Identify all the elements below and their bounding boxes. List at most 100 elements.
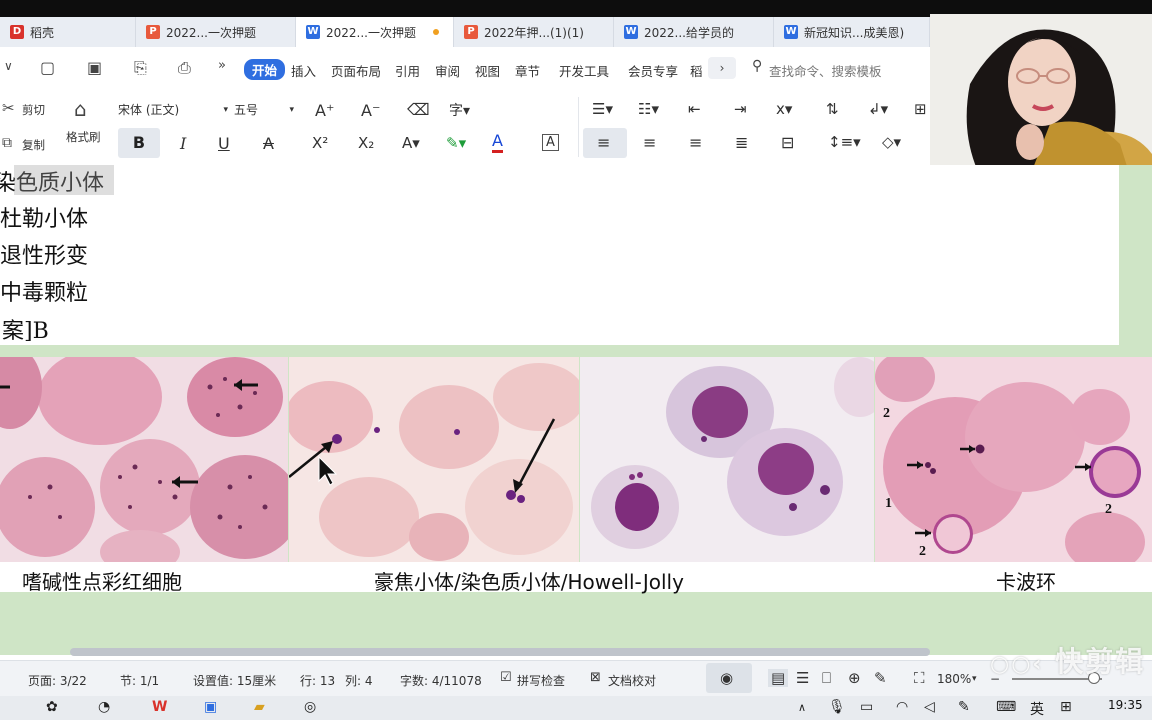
page-indicator[interactable]: 页面: 3/22 bbox=[28, 672, 87, 689]
pen-tray-icon[interactable]: ✎ bbox=[958, 699, 970, 715]
ime-grid-icon[interactable]: ⊞ bbox=[1060, 699, 1072, 715]
howell-jolly-rbc-illustration bbox=[289, 363, 579, 561]
print-icon[interactable]: ⎙ bbox=[178, 58, 191, 78]
align-right-icon[interactable]: ≡ bbox=[689, 133, 702, 152]
menu-references[interactable]: 引用 bbox=[395, 61, 420, 80]
increase-indent-icon[interactable]: ⇥ bbox=[734, 100, 747, 118]
bold-button[interactable]: B bbox=[118, 128, 160, 158]
font-color-button[interactable]: A bbox=[492, 132, 503, 153]
sort-icon[interactable]: ⇅ bbox=[826, 100, 839, 118]
word-count[interactable]: 字数: 4/11078 bbox=[400, 672, 482, 689]
menu-insert[interactable]: 插入 bbox=[291, 61, 316, 80]
decrease-indent-icon[interactable]: ⇤ bbox=[688, 100, 701, 118]
phonetic-guide-icon[interactable]: 字▾ bbox=[449, 100, 470, 120]
app-pinwheel-icon[interactable]: ✿ bbox=[46, 699, 58, 715]
numbered-list-icon[interactable]: ☷▾ bbox=[638, 100, 659, 118]
app-blue-window-icon[interactable]: ▣ bbox=[204, 699, 217, 715]
superscript-button[interactable]: X² bbox=[312, 134, 328, 152]
horizontal-scrollbar[interactable] bbox=[70, 648, 930, 656]
document-page[interactable]: 染色质小体 杜勒小体 退性形变 中毒颗粒 案]B bbox=[0, 165, 1119, 345]
keyboard-icon[interactable]: ⌨ bbox=[996, 699, 1016, 715]
text-box-button[interactable]: A bbox=[542, 134, 559, 151]
new-file-icon[interactable]: ▢ bbox=[40, 58, 55, 77]
highlight-icon[interactable]: ✎▾ bbox=[446, 134, 466, 152]
menu-member[interactable]: 会员专享 bbox=[628, 61, 678, 80]
outline-view-icon[interactable]: ☰ bbox=[796, 669, 809, 687]
tab-pdf-2[interactable]: P 2022年押...(1)(1) bbox=[454, 17, 614, 47]
font-name-select[interactable]: 宋体 (正文) ▾ bbox=[116, 99, 230, 121]
menu-chapter[interactable]: 章节 bbox=[515, 61, 540, 80]
more-quick-icon[interactable]: » bbox=[218, 58, 226, 73]
wifi-icon[interactable]: ◠ bbox=[896, 699, 908, 715]
bullet-list-icon[interactable]: ☰▾ bbox=[592, 100, 613, 118]
grow-font-icon[interactable]: A⁺ bbox=[315, 101, 334, 120]
web-view-icon[interactable]: ⊕ bbox=[848, 669, 861, 687]
menu-more-button[interactable]: › bbox=[708, 57, 736, 79]
copy-button[interactable]: 复制 bbox=[22, 137, 45, 153]
tab-word-2[interactable]: W 2022...给学员的 bbox=[614, 17, 774, 47]
tab-daoke[interactable]: D 稻壳 bbox=[0, 17, 136, 47]
distribute-icon[interactable]: ⊟ bbox=[781, 133, 794, 152]
export-pdf-icon[interactable]: ⎘ bbox=[134, 58, 147, 78]
spell-check-button[interactable]: 拼写检查 bbox=[517, 672, 565, 689]
font-size-select[interactable]: 五号 ▾ bbox=[232, 99, 296, 121]
underline-button[interactable]: U bbox=[218, 134, 230, 153]
setting-indicator: 设置值: 15厘米 bbox=[193, 674, 277, 688]
tab-word-3[interactable]: W 新冠知识...成美恩) bbox=[774, 17, 930, 47]
wps-app-icon[interactable]: W bbox=[152, 699, 167, 715]
cut-button[interactable]: 剪切 bbox=[22, 102, 45, 118]
doc-proof-button[interactable]: 文档校对 bbox=[608, 672, 656, 689]
justify-icon[interactable]: ≣ bbox=[735, 133, 748, 152]
shading-icon[interactable]: ◇▾ bbox=[882, 133, 901, 151]
menu-developer[interactable]: 开发工具 bbox=[559, 61, 609, 80]
save-icon[interactable]: ▣ bbox=[87, 58, 102, 77]
reading-view-icon[interactable]: ⎕ bbox=[822, 669, 831, 687]
fit-page-icon[interactable]: ⛶ bbox=[914, 669, 925, 687]
subscript-button[interactable]: X₂ bbox=[358, 134, 374, 152]
menu-daoke[interactable]: 稻 bbox=[690, 61, 703, 80]
command-search-input[interactable]: 查找命令、搜索模板 bbox=[769, 61, 882, 80]
obs-app-icon[interactable]: ◎ bbox=[304, 699, 316, 715]
tab-label: 稻壳 bbox=[30, 25, 55, 40]
chevron-down-icon[interactable]: ∨ bbox=[4, 59, 13, 73]
chinese-layout-icon[interactable]: ⅹ▾ bbox=[776, 100, 792, 118]
tab-label: 新冠知识...成美恩) bbox=[804, 25, 905, 40]
doc-line-3: 退性形变 bbox=[0, 244, 89, 269]
doc-line-2: 杜勒小体 bbox=[0, 207, 89, 232]
eye-icon: ◉ bbox=[720, 669, 734, 687]
pen-icon[interactable]: ✎ bbox=[874, 669, 887, 687]
clear-format-icon[interactable]: ⌫ bbox=[407, 100, 430, 119]
tab-word-active[interactable]: W 2022...一次押题 bbox=[296, 17, 454, 47]
pdf-doc-icon: P bbox=[146, 25, 160, 39]
chevron-down-icon[interactable]: ▾ bbox=[972, 674, 977, 684]
microphone-icon[interactable]: 🎙︎ bbox=[828, 699, 846, 715]
format-painter-button[interactable]: 格式刷 bbox=[66, 129, 101, 145]
italic-button[interactable]: I bbox=[180, 134, 186, 153]
show-marks-icon[interactable]: ↲▾ bbox=[868, 100, 888, 118]
menu-page-layout[interactable]: 页面布局 bbox=[331, 61, 381, 80]
align-left-button[interactable]: ≡ bbox=[583, 128, 627, 158]
align-center-icon[interactable]: ≡ bbox=[643, 133, 656, 152]
howell-jolly-image bbox=[289, 357, 579, 562]
line-spacing-icon[interactable]: ↕≡▾ bbox=[828, 133, 861, 151]
align-left-icon: ≡ bbox=[597, 133, 611, 152]
volume-icon[interactable]: ◁ bbox=[924, 699, 935, 715]
menu-review[interactable]: 审阅 bbox=[435, 61, 460, 80]
text-effect-icon[interactable]: A▾ bbox=[402, 134, 420, 152]
menu-view[interactable]: 视图 bbox=[475, 61, 500, 80]
table-icon[interactable]: ⊞ bbox=[914, 100, 927, 118]
page-view-icon[interactable]: ▤ bbox=[768, 669, 789, 687]
doc-line-5: 案]B bbox=[2, 319, 49, 344]
tray-expand-icon[interactable]: ∧ bbox=[798, 701, 806, 714]
copy-icon: ⧉ bbox=[2, 135, 12, 151]
menu-start[interactable]: 开始 bbox=[244, 59, 286, 80]
battery-icon[interactable]: ▭ bbox=[860, 699, 873, 715]
tab-pdf-1[interactable]: P 2022...一次押题 bbox=[136, 17, 296, 47]
system-clock[interactable]: 19:35 bbox=[1108, 698, 1143, 712]
shrink-font-icon[interactable]: A⁻ bbox=[361, 101, 380, 120]
app-clock-icon[interactable]: ◔ bbox=[98, 699, 110, 715]
strikethrough-button[interactable]: A bbox=[263, 134, 274, 153]
zoom-level[interactable]: 180% bbox=[937, 672, 971, 686]
file-explorer-icon[interactable]: ▰ bbox=[254, 699, 265, 715]
ime-indicator[interactable]: 英 bbox=[1030, 699, 1044, 719]
